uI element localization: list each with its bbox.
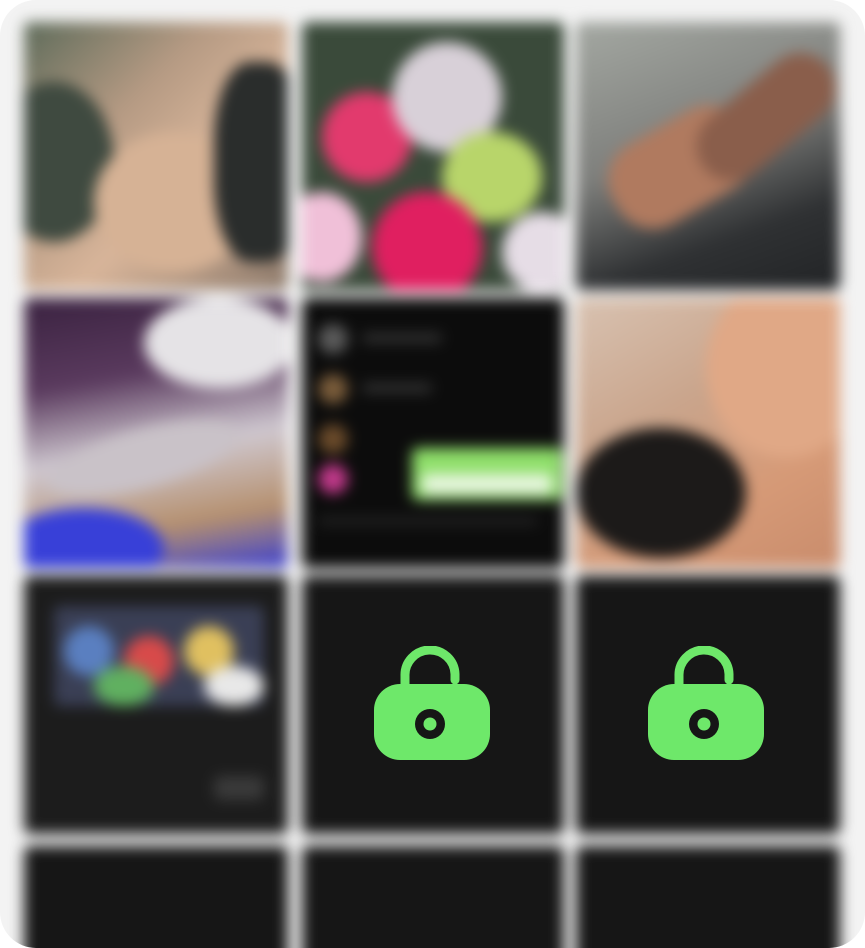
locked-tile-1[interactable]: [302, 576, 564, 834]
photo-tile-6[interactable]: [576, 298, 840, 568]
photo-grid: [0, 0, 865, 948]
photo-tile-7[interactable]: [24, 576, 288, 834]
photo-tile-1[interactable]: [24, 22, 288, 290]
gallery-card: [0, 0, 865, 948]
locked-tile-4[interactable]: [302, 846, 564, 948]
locked-tile-3[interactable]: [24, 846, 288, 948]
screenshot-tile[interactable]: [302, 298, 564, 568]
photo-tile-4[interactable]: [24, 298, 288, 568]
locked-tile-2[interactable]: [576, 576, 840, 834]
locked-tile-5[interactable]: [576, 846, 840, 948]
photo-tile-2[interactable]: [302, 22, 564, 290]
photo-tile-3[interactable]: [576, 22, 840, 290]
